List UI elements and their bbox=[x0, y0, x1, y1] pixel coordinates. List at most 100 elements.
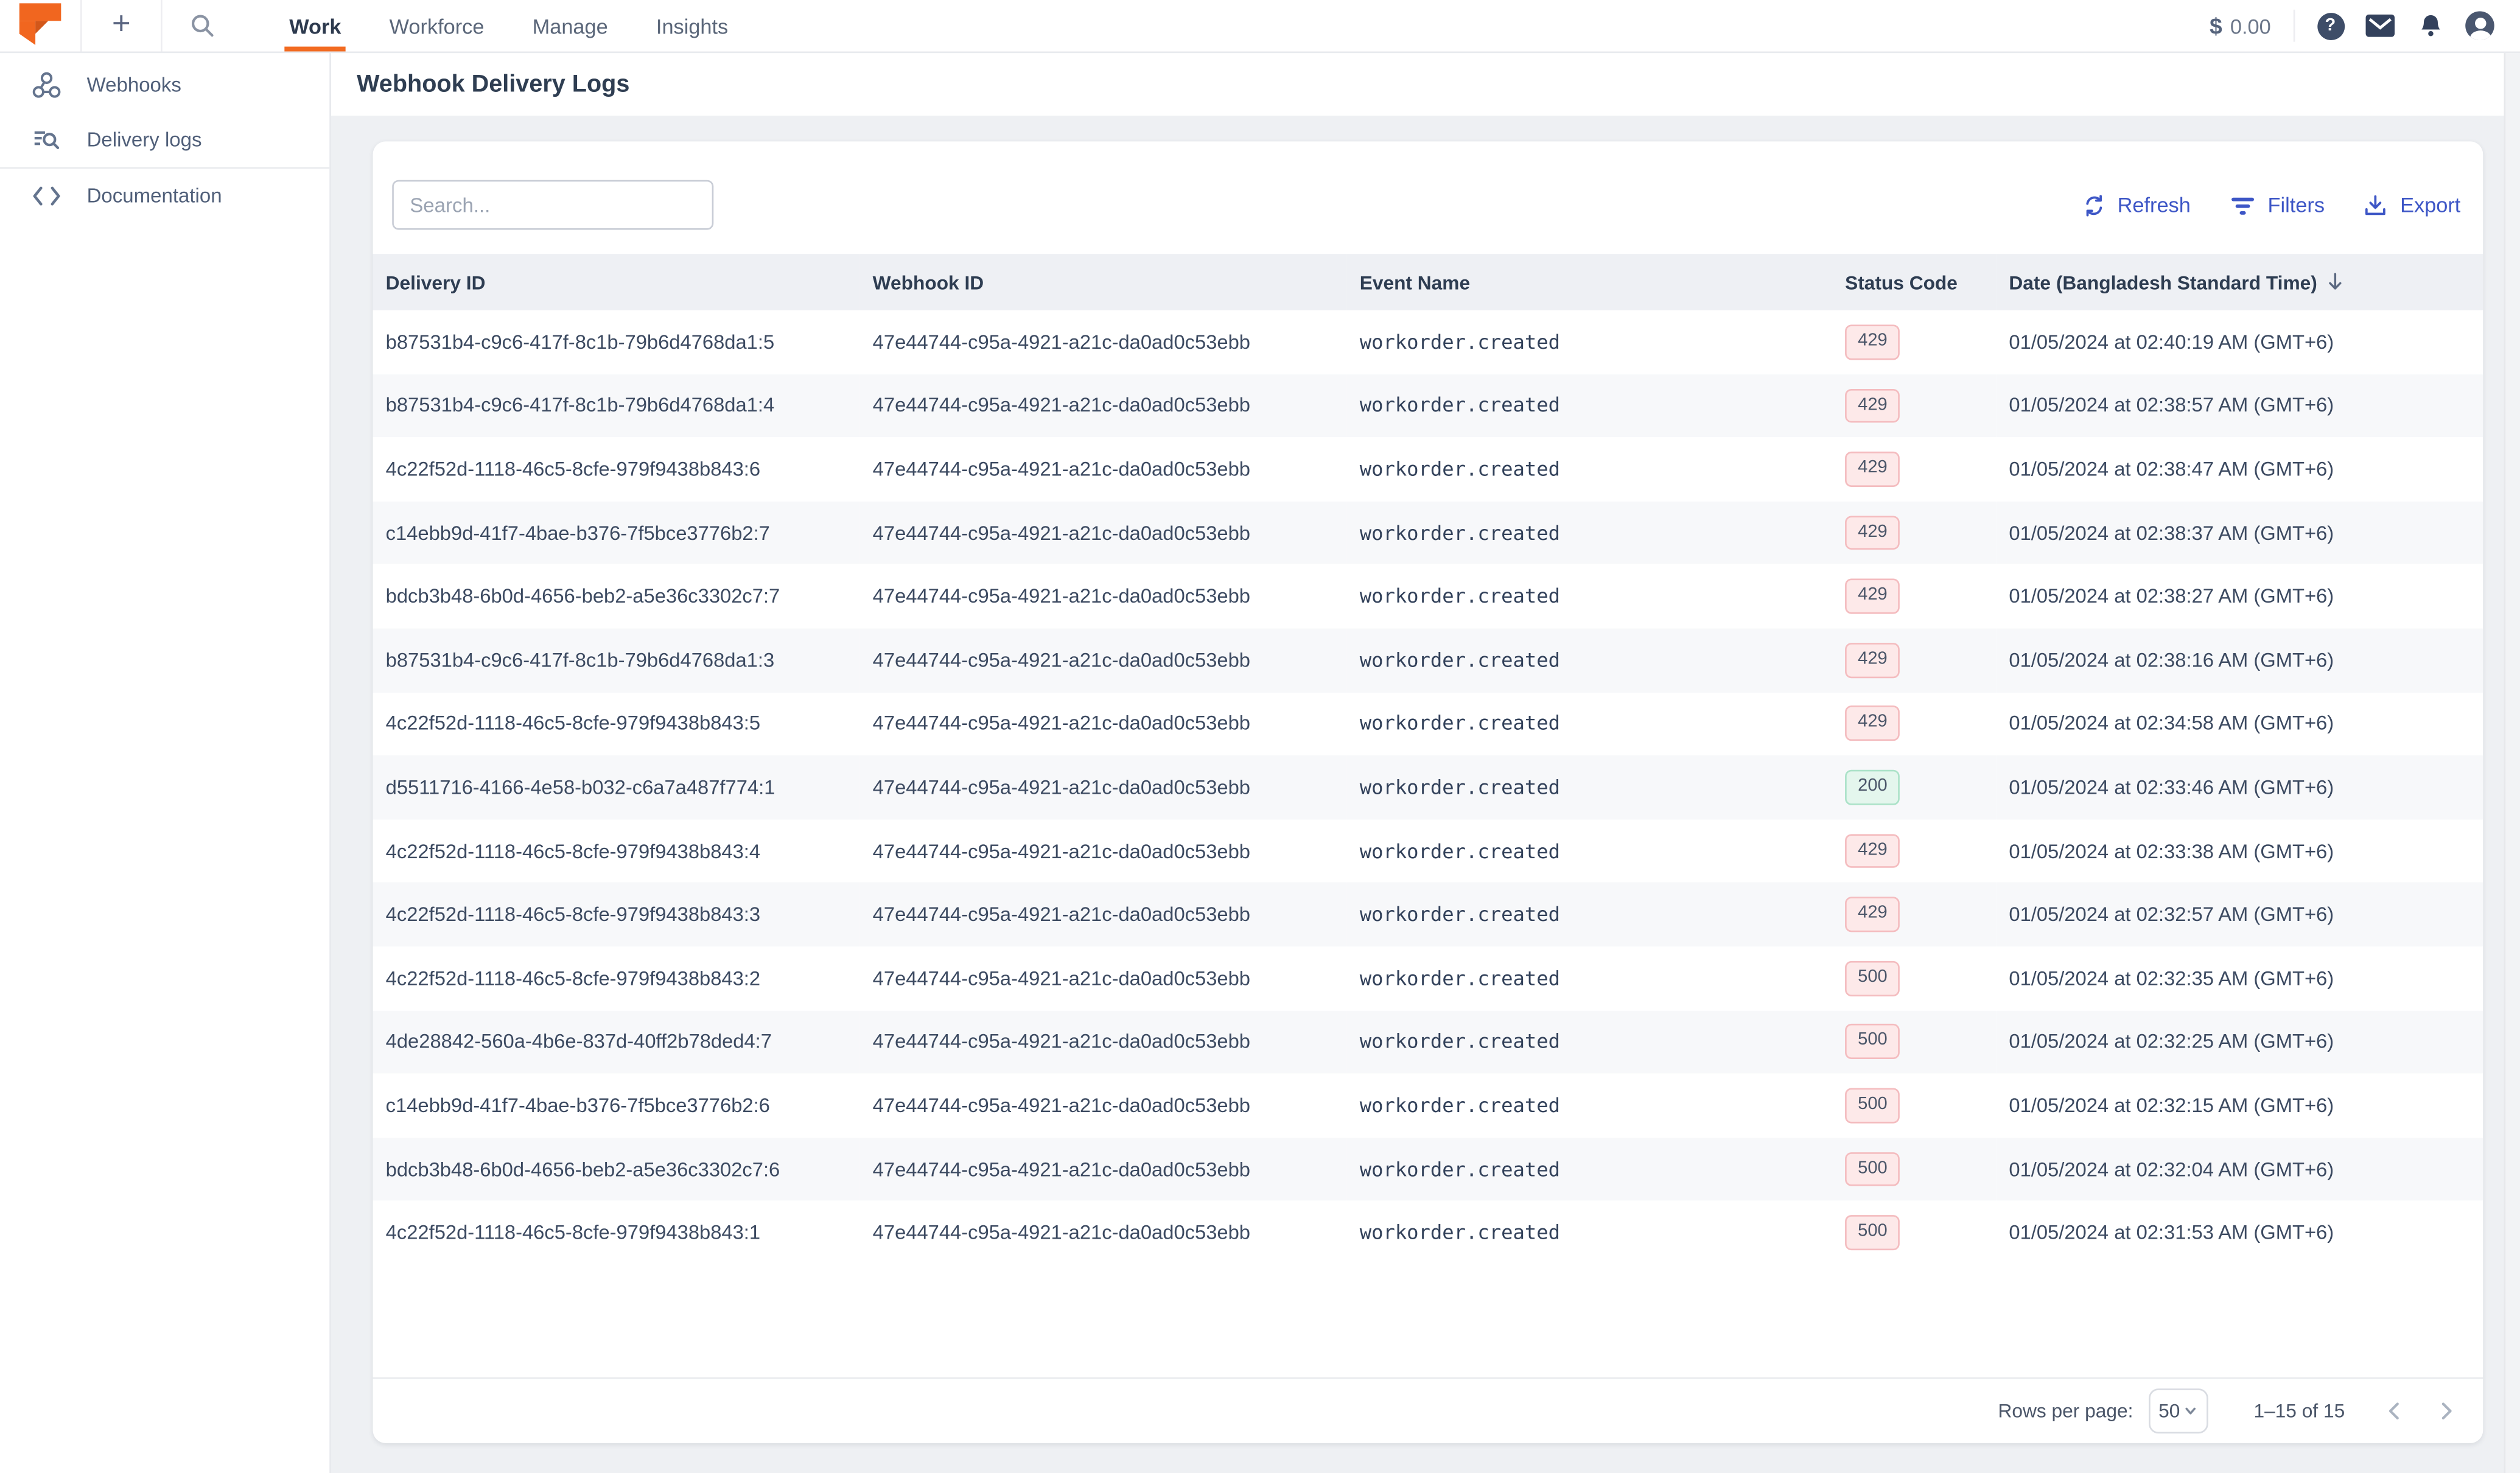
table-row[interactable]: 4c22f52d-1118-46c5-8cfe-979f9438b843:4 4… bbox=[373, 819, 2483, 883]
table-empty-space bbox=[373, 1265, 2483, 1377]
delivery-id-cell: bdcb3b48-6b0d-4656-beb2-a5e36c3302c7:7 bbox=[385, 585, 780, 608]
inbox-button[interactable] bbox=[2365, 11, 2395, 40]
table-row[interactable]: bdcb3b48-6b0d-4656-beb2-a5e36c3302c7:6 4… bbox=[373, 1137, 2483, 1202]
delivery-logs-card: Refresh Filters bbox=[373, 141, 2483, 1443]
table-row[interactable]: bdcb3b48-6b0d-4656-beb2-a5e36c3302c7:7 4… bbox=[373, 565, 2483, 629]
status-code-badge: 429 bbox=[1845, 706, 1900, 741]
status-code-badge: 429 bbox=[1845, 388, 1900, 424]
delivery-id-cell: 4de28842-560a-4b6e-837d-40ff2b78ded4:7 bbox=[385, 1030, 772, 1054]
table-row[interactable]: 4c22f52d-1118-46c5-8cfe-979f9438b843:1 4… bbox=[373, 1201, 2483, 1265]
date-cell: 01/05/2024 at 02:32:04 AM (GMT+6) bbox=[2009, 1158, 2334, 1181]
event-name-cell: workorder.created bbox=[1359, 331, 1561, 354]
main-area: Webhook Delivery Logs Refr bbox=[331, 53, 2520, 1473]
chevron-left-icon bbox=[2389, 1402, 2399, 1420]
delivery-id-cell: c14ebb9d-41f7-4bae-b376-7f5bce3776b2:6 bbox=[385, 1094, 770, 1117]
status-code-cell: 500 bbox=[1832, 946, 1996, 1010]
nav-item-manage[interactable]: Manage bbox=[508, 0, 632, 51]
event-name-cell: workorder.created bbox=[1359, 1030, 1561, 1054]
account-button[interactable] bbox=[2465, 11, 2494, 41]
avatar bbox=[2465, 11, 2494, 41]
rows-per-page-select[interactable]: 50 bbox=[2149, 1388, 2209, 1434]
status-code-cell: 429 bbox=[1832, 565, 1996, 629]
page-scrollbar[interactable] bbox=[2504, 53, 2520, 1473]
status-code-cell: 429 bbox=[1832, 501, 1996, 565]
status-code-badge: 429 bbox=[1845, 642, 1900, 678]
nav-item-workforce[interactable]: Workforce bbox=[365, 0, 508, 51]
sidebar-item-documentation[interactable]: Documentation bbox=[0, 169, 329, 223]
primary-nav: Work Workforce Manage Insights bbox=[265, 0, 752, 52]
dollar-icon: $ bbox=[2210, 13, 2222, 39]
delivery-id-cell: 4c22f52d-1118-46c5-8cfe-979f9438b843:6 bbox=[385, 458, 761, 481]
code-icon bbox=[33, 186, 60, 206]
delivery-id-cell: 4c22f52d-1118-46c5-8cfe-979f9438b843:4 bbox=[385, 839, 761, 862]
col-header-status-code[interactable]: Status Code bbox=[1832, 254, 1997, 310]
help-button[interactable]: ? bbox=[2316, 11, 2345, 40]
date-cell: 01/05/2024 at 02:38:37 AM (GMT+6) bbox=[2009, 521, 2334, 544]
col-header-delivery-id[interactable]: Delivery ID bbox=[373, 254, 860, 310]
delivery-logs-icon bbox=[34, 131, 60, 150]
balance-display[interactable]: $ 0.00 bbox=[2210, 10, 2295, 41]
chevron-right-icon bbox=[2441, 1402, 2452, 1420]
nav-item-insights[interactable]: Insights bbox=[632, 0, 752, 51]
table-row[interactable]: c14ebb9d-41f7-4bae-b376-7f5bce3776b2:7 4… bbox=[373, 501, 2483, 565]
event-name-cell: workorder.created bbox=[1359, 649, 1561, 672]
sidebar-item-label: Documentation bbox=[86, 184, 222, 208]
global-search-button[interactable] bbox=[163, 0, 243, 51]
table-row[interactable]: b87531b4-c9c6-417f-8c1b-79b6d4768da1:5 4… bbox=[373, 310, 2483, 374]
page-title: Webhook Delivery Logs bbox=[357, 71, 630, 99]
table-row[interactable]: 4c22f52d-1118-46c5-8cfe-979f9438b843:5 4… bbox=[373, 692, 2483, 756]
sidebar-item-delivery-logs[interactable]: Delivery logs bbox=[0, 113, 329, 167]
table-row[interactable]: 4c22f52d-1118-46c5-8cfe-979f9438b843:6 4… bbox=[373, 438, 2483, 502]
chevron-down-icon bbox=[2186, 1407, 2197, 1415]
table-row[interactable]: b87531b4-c9c6-417f-8c1b-79b6d4768da1:4 4… bbox=[373, 374, 2483, 438]
status-code-badge: 500 bbox=[1845, 960, 1900, 996]
filters-button[interactable]: Filters bbox=[2229, 193, 2325, 217]
question-icon: ? bbox=[2316, 12, 2344, 40]
search-icon bbox=[191, 15, 214, 37]
notifications-button[interactable] bbox=[2415, 11, 2445, 40]
table-row[interactable]: 4de28842-560a-4b6e-837d-40ff2b78ded4:7 4… bbox=[373, 1010, 2483, 1074]
webhook-id-cell: 47e44744-c95a-4921-a21c-da0ad0c53ebb bbox=[872, 1030, 1250, 1054]
date-cell: 01/05/2024 at 02:32:57 AM (GMT+6) bbox=[2009, 903, 2334, 926]
event-name-cell: workorder.created bbox=[1359, 1094, 1561, 1117]
status-code-cell: 429 bbox=[1832, 310, 1996, 374]
status-code-cell: 429 bbox=[1832, 628, 1996, 692]
previous-page-button[interactable] bbox=[2380, 1396, 2409, 1426]
col-header-event-name[interactable]: Event Name bbox=[1346, 254, 1832, 310]
delivery-id-cell: b87531b4-c9c6-417f-8c1b-79b6d4768da1:3 bbox=[385, 649, 775, 672]
delivery-id-cell: 4c22f52d-1118-46c5-8cfe-979f9438b843:2 bbox=[385, 967, 761, 990]
nav-item-work[interactable]: Work bbox=[265, 0, 365, 52]
refresh-button[interactable]: Refresh bbox=[2081, 192, 2191, 218]
status-code-badge: 500 bbox=[1845, 1152, 1900, 1187]
event-name-cell: workorder.created bbox=[1359, 967, 1561, 990]
date-cell: 01/05/2024 at 02:38:16 AM (GMT+6) bbox=[2009, 649, 2334, 672]
pagination-range: 1–15 of 15 bbox=[2253, 1399, 2345, 1422]
next-page-button[interactable] bbox=[2432, 1396, 2461, 1426]
table-row[interactable]: b87531b4-c9c6-417f-8c1b-79b6d4768da1:3 4… bbox=[373, 628, 2483, 692]
table-row[interactable]: c14ebb9d-41f7-4bae-b376-7f5bce3776b2:6 4… bbox=[373, 1074, 2483, 1138]
table-row[interactable]: 4c22f52d-1118-46c5-8cfe-979f9438b843:2 4… bbox=[373, 946, 2483, 1010]
webhook-id-cell: 47e44744-c95a-4921-a21c-da0ad0c53ebb bbox=[872, 331, 1250, 354]
delivery-id-cell: b87531b4-c9c6-417f-8c1b-79b6d4768da1:5 bbox=[385, 331, 775, 354]
filters-label: Filters bbox=[2267, 192, 2325, 217]
sidebar-item-webhooks[interactable]: Webhooks bbox=[0, 58, 329, 113]
col-header-date[interactable]: Date (Bangladesh Standard Time) bbox=[1996, 254, 2483, 310]
export-button[interactable]: Export bbox=[2363, 192, 2460, 218]
create-new-button[interactable]: + bbox=[82, 0, 163, 52]
bell-icon bbox=[2420, 14, 2440, 36]
search-input[interactable] bbox=[392, 180, 714, 230]
status-code-badge: 429 bbox=[1845, 452, 1900, 487]
webhook-id-cell: 47e44744-c95a-4921-a21c-da0ad0c53ebb bbox=[872, 903, 1250, 926]
app-logo[interactable] bbox=[0, 0, 82, 52]
delivery-id-cell: b87531b4-c9c6-417f-8c1b-79b6d4768da1:4 bbox=[385, 394, 775, 417]
event-name-cell: workorder.created bbox=[1359, 585, 1561, 608]
webhook-id-cell: 47e44744-c95a-4921-a21c-da0ad0c53ebb bbox=[872, 967, 1250, 990]
col-header-webhook-id[interactable]: Webhook ID bbox=[859, 254, 1347, 310]
table-row[interactable]: d5511716-4166-4e58-b032-c6a7a487f774:1 4… bbox=[373, 755, 2483, 819]
refresh-label: Refresh bbox=[2117, 192, 2191, 217]
balance-amount: 0.00 bbox=[2230, 13, 2271, 38]
webhook-id-cell: 47e44744-c95a-4921-a21c-da0ad0c53ebb bbox=[872, 649, 1250, 672]
webhook-id-cell: 47e44744-c95a-4921-a21c-da0ad0c53ebb bbox=[872, 712, 1250, 735]
table-row[interactable]: 4c22f52d-1118-46c5-8cfe-979f9438b843:3 4… bbox=[373, 883, 2483, 946]
event-name-cell: workorder.created bbox=[1359, 1158, 1561, 1181]
